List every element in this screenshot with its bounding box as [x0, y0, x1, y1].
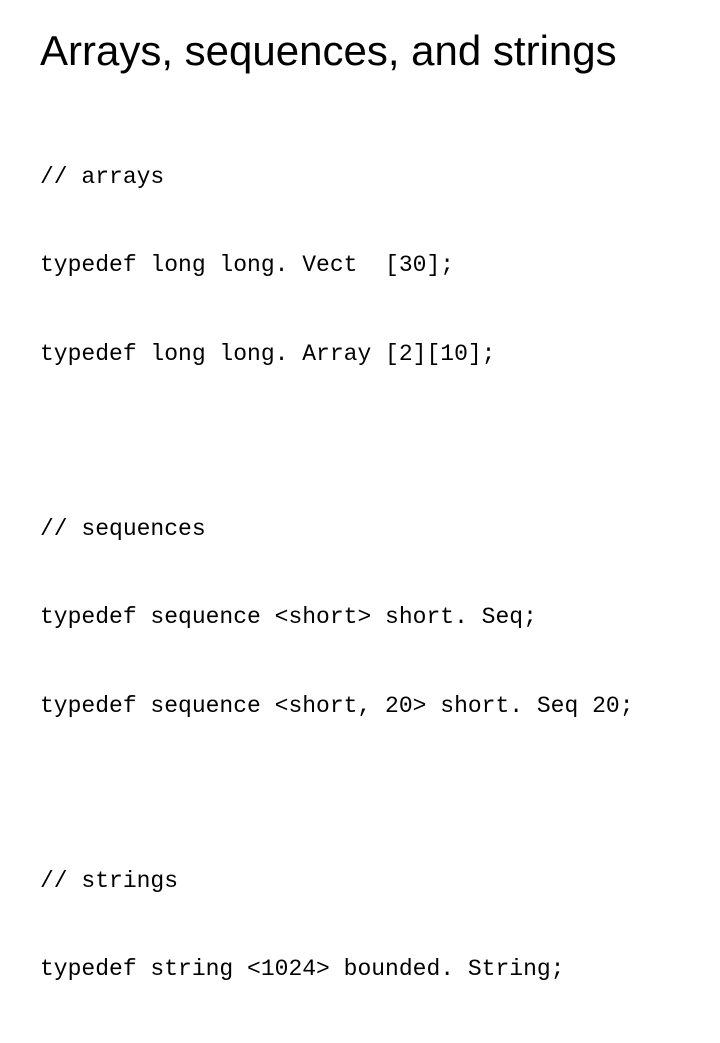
- code-block-sequences: // sequences typedef sequence <short> sh…: [40, 456, 680, 780]
- code-block-strings: // strings typedef string <1024> bounded…: [40, 808, 680, 1043]
- slide: Arrays, sequences, and strings // arrays…: [0, 0, 720, 540]
- code-line: typedef long long. Vect [30];: [40, 251, 680, 280]
- code-line: typedef long long. Array [2][10];: [40, 340, 680, 369]
- slide-title: Arrays, sequences, and strings: [40, 28, 680, 74]
- code-line: // arrays: [40, 163, 680, 192]
- code-line: typedef sequence <short> short. Seq;: [40, 603, 680, 632]
- code-line: typedef string <1024> bounded. String;: [40, 955, 680, 984]
- code-line: typedef sequence <short, 20> short. Seq …: [40, 692, 680, 721]
- code-line: // strings: [40, 867, 680, 896]
- code-block-arrays: // arrays typedef long long. Vect [30]; …: [40, 104, 680, 428]
